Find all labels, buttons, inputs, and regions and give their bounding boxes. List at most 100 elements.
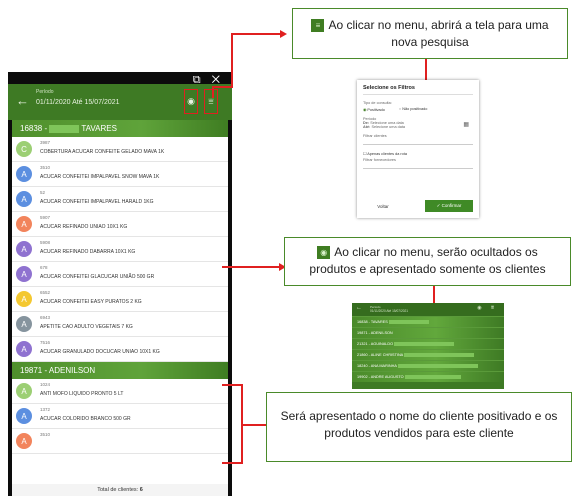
client-row-label: 21860 - ALINE CHRISTINA bbox=[357, 353, 404, 357]
connector-line bbox=[425, 59, 427, 80]
client-name: TAVARES bbox=[81, 124, 117, 133]
menu-callout: ≡ Ao clicar no menu, abrirá a tela para u… bbox=[292, 8, 568, 59]
connector-arrow bbox=[280, 30, 287, 38]
client-row: 19902 - ANDRE AUGUSTO bbox=[352, 371, 504, 382]
product-code: 6943 bbox=[40, 315, 51, 320]
client-row: 19871 - ADENILSON bbox=[352, 327, 504, 338]
field-underline bbox=[363, 138, 473, 145]
product-row[interactable]: C 3987 COBERTURA ACUCAR CONFEITE GELADO MA… bbox=[12, 137, 228, 162]
hide-products-callout: ◉ Ao clicar no menu, serão ocultados os p… bbox=[284, 237, 571, 286]
client-row-label: 19902 - ANDRE AUGUSTO bbox=[357, 375, 404, 379]
product-avatar: C bbox=[16, 141, 32, 157]
product-row[interactable]: A 6943 APETITE CAO ADULTO VEGETAIS 7 KG bbox=[12, 312, 228, 337]
total-value: 6 bbox=[139, 487, 143, 493]
product-name: ACUCAR CONFEITEI IMPALPAVEL SNOW MAVA 1K bbox=[40, 174, 160, 180]
product-avatar: A bbox=[16, 408, 32, 424]
product-row[interactable]: A 5907 ACUCAR REFINADO UNIAO 10X1 KG bbox=[12, 212, 228, 237]
date-to-placeholder[interactable]: Selecione uma data bbox=[371, 125, 405, 129]
tutorial-canvas: ⧉ ✕ ← Período 01/11/2020 Até 15/07/2021 … bbox=[0, 0, 573, 500]
radio-positivado[interactable]: Positivado bbox=[363, 107, 385, 112]
preview-app-bar: ← Período 01/11/2020 Até 15/07/2021 ◉ ⩸ bbox=[352, 303, 504, 316]
clients-only-list: 16838 - TAVARES 19871 - ADENILSON 21321 -… bbox=[352, 316, 504, 382]
product-name: ACUCAR CONFEITEI EASY PURATOS 2 KG bbox=[40, 299, 142, 305]
date-to-row[interactable]: Até: Selecione uma data bbox=[363, 125, 473, 129]
total-label: Total de clientes: bbox=[97, 487, 139, 493]
product-code: 7516 bbox=[40, 340, 51, 345]
product-avatar: A bbox=[16, 341, 32, 357]
product-avatar: A bbox=[16, 266, 32, 282]
confirmar-label: Confirmar bbox=[441, 203, 462, 208]
product-avatar: A bbox=[16, 433, 32, 449]
consult-type-label: Tipo de consulta: bbox=[363, 101, 392, 105]
period-value: 01/11/2020 Até 15/07/2021 bbox=[36, 99, 120, 106]
product-avatar: A bbox=[16, 291, 32, 307]
hide-products-eye-icon[interactable]: ◉ bbox=[184, 89, 198, 114]
dialog-buttons: Voltar ✓ Confirmar bbox=[363, 200, 473, 212]
filter-menu-icon: ≡ bbox=[311, 19, 325, 33]
product-code: 3510 bbox=[40, 432, 51, 437]
dialog-title: Selecione os Filtros bbox=[363, 85, 473, 95]
date-to-label: Até: bbox=[363, 125, 371, 129]
connector-line bbox=[222, 266, 280, 268]
redacted-name bbox=[404, 353, 475, 357]
product-row[interactable]: A 1372 ACUCAR COLORIDO BRANCO 500 GR bbox=[12, 404, 228, 429]
sales-list[interactable]: 16838 - TAVARES C 3987 COBERTURA ACUCAR CON… bbox=[12, 120, 228, 484]
client-row: 21860 - ALINE CHRISTINA bbox=[352, 349, 504, 360]
confirmar-button[interactable]: ✓ Confirmar bbox=[425, 200, 473, 212]
redacted-name bbox=[397, 364, 478, 368]
clients-total: Total de clientes: 6 bbox=[12, 484, 228, 496]
product-name: ANTI MOFO LIQUIDO PRONTO 5 LT bbox=[40, 391, 124, 397]
consult-type-radio[interactable]: Positivado Não positivado bbox=[363, 107, 473, 112]
product-row[interactable]: A 3510 bbox=[12, 429, 228, 454]
product-row[interactable]: A 5908 ACUCAR REFINADO DABARRA 10X1 KG bbox=[12, 237, 228, 262]
product-row[interactable]: A 7516 ACUCAR GRANULADO DOCUCAR UNIAO 10X1… bbox=[12, 337, 228, 362]
product-avatar: A bbox=[16, 241, 32, 257]
route-clients-checkbox[interactable]: Apenas clientes da rota bbox=[363, 151, 473, 156]
field-underline bbox=[363, 162, 473, 169]
redacted-name bbox=[404, 375, 461, 379]
product-avatar: A bbox=[16, 316, 32, 332]
client-row-label: 21321 - AGUINALDO bbox=[357, 342, 394, 346]
client-row-name: TAVARES bbox=[370, 320, 388, 324]
client-row: 16838 - TAVARES bbox=[352, 316, 504, 327]
connector-line bbox=[231, 33, 281, 35]
product-row[interactable]: A 1024 ANTI MOFO LIQUIDO PRONTO 5 LT bbox=[12, 379, 228, 404]
client-row: 21321 - AGUINALDO bbox=[352, 338, 504, 349]
product-name: ACUCAR COLORIDO BRANCO 500 GR bbox=[40, 416, 131, 422]
product-name: COBERTURA ACUCAR CONFEITE GELADO MAVA 1K bbox=[40, 149, 165, 155]
product-row[interactable]: A 52 ACUCAR CONFEITEI IMPALPAVEL HARALD 1K… bbox=[12, 187, 228, 212]
filter-menu-icon[interactable]: ⩸ bbox=[204, 89, 218, 114]
client-row-label: 18240 - ANA MARINHA bbox=[357, 364, 397, 368]
product-avatar: A bbox=[16, 166, 32, 182]
connector-line bbox=[212, 86, 232, 88]
client-row-label: 19871 - ADENILSON bbox=[357, 331, 393, 335]
product-name: ACUCAR REFINADO UNIAO 10X1 KG bbox=[40, 224, 128, 230]
bracket-line bbox=[222, 384, 242, 386]
radio-nao-positivado[interactable]: Não positivado bbox=[399, 107, 427, 112]
client-header[interactable]: 16838 - TAVARES bbox=[12, 120, 228, 137]
clients-only-preview: ← Período 01/11/2020 Até 15/07/2021 ◉ ⩸ … bbox=[352, 303, 504, 389]
product-name: ACUCAR GRANULADO DOCUCAR UNIAO 10X1 KG bbox=[40, 349, 160, 355]
product-code: 3510 bbox=[40, 165, 51, 170]
voltar-button[interactable]: Voltar bbox=[363, 204, 403, 209]
product-code: 5908 bbox=[40, 240, 51, 245]
client-header-label: 16838 - bbox=[20, 124, 48, 133]
product-avatar: A bbox=[16, 191, 32, 207]
product-row[interactable]: A 3510 ACUCAR CONFEITEI IMPALPAVEL SNOW MA… bbox=[12, 162, 228, 187]
menu-callout-text: Ao clicar no menu, abrirá a tela para um… bbox=[328, 18, 549, 49]
product-row[interactable]: A 678 ACUCAR CONFEITEI GLACUCAR UNIÃO 500 … bbox=[12, 262, 228, 287]
client-group-callout: Será apresentado o nome do cliente posit… bbox=[266, 392, 572, 462]
date-from-placeholder[interactable]: Selecione uma data bbox=[370, 121, 404, 125]
client-group-callout-text: Será apresentado o nome do cliente posit… bbox=[280, 409, 558, 440]
redacted-name bbox=[388, 320, 429, 324]
product-avatar: A bbox=[16, 383, 32, 399]
hide-products-callout-text: Ao clicar no menu, serão ocultados os pr… bbox=[309, 245, 546, 276]
phone-screen: ⧉ ✕ ← Período 01/11/2020 Até 15/07/2021 … bbox=[8, 72, 232, 496]
client-header[interactable]: 19871 - ADENILSON bbox=[12, 362, 228, 379]
date-from-row[interactable]: De: Selecione uma data ▦ bbox=[363, 121, 473, 128]
calendar-icon[interactable]: ▦ bbox=[463, 121, 469, 128]
product-row[interactable]: A 6552 ACUCAR CONFEITEI EASY PURATOS 2 KG bbox=[12, 287, 228, 312]
back-arrow-icon[interactable]: ← bbox=[16, 93, 29, 108]
eye-icon: ◉ bbox=[317, 246, 331, 260]
filter-dialog-preview: Selecione os Filtros Tipo de consulta: P… bbox=[357, 80, 479, 218]
